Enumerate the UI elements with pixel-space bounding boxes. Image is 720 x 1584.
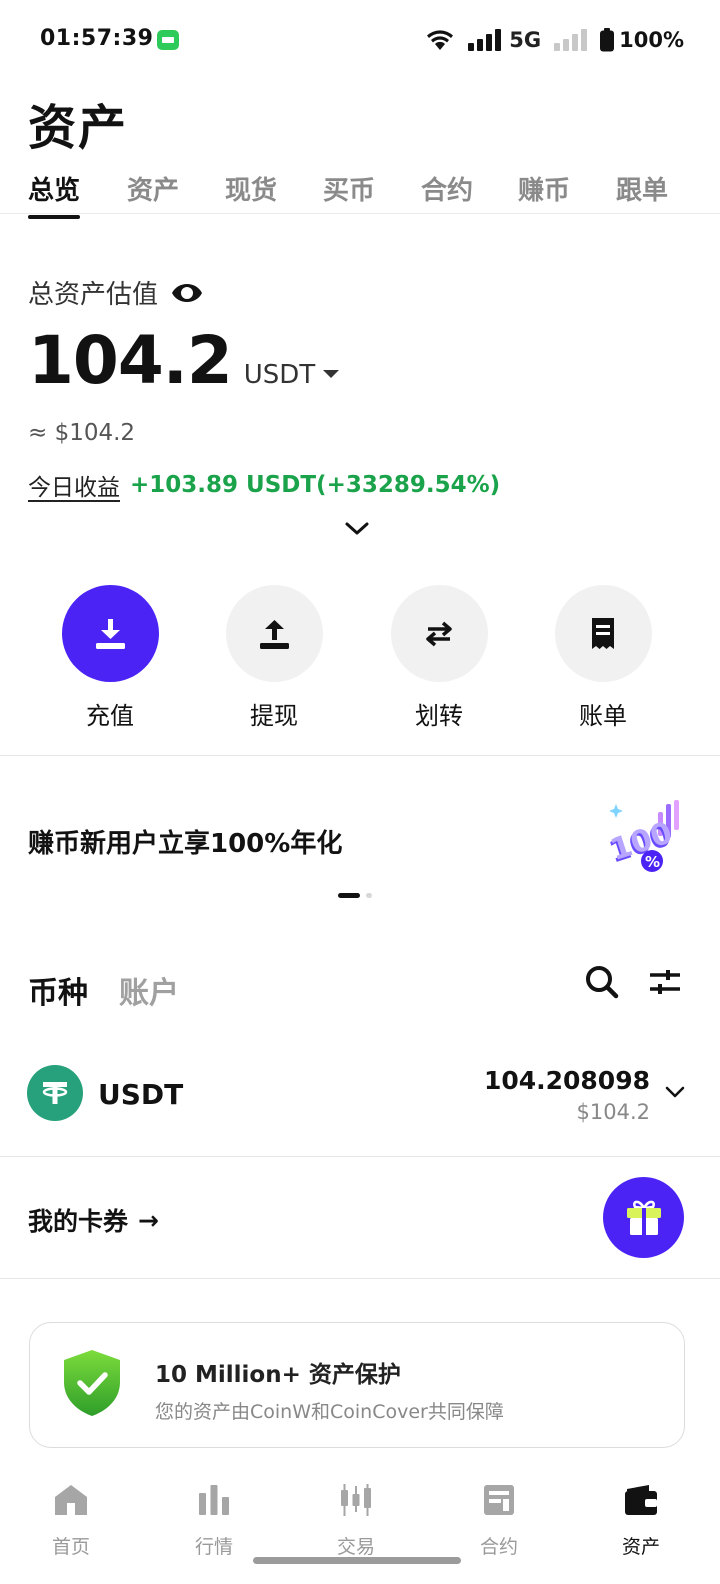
withdraw-label: 提现 — [250, 702, 298, 730]
tab-account[interactable]: 账户 — [119, 968, 179, 1012]
pagination-dot — [366, 893, 372, 898]
battery-icon — [599, 28, 615, 52]
promo-100-percent-icon[interactable]: 100 100 % — [600, 798, 690, 884]
market-icon — [164, 1480, 264, 1520]
protection-title: 10 Million+ 资产保护 — [155, 1362, 401, 1388]
bills-label: 账单 — [579, 702, 627, 730]
tab-spot[interactable]: 现货 — [225, 170, 277, 207]
caret-down-icon — [323, 370, 340, 378]
network-label: 5G — [509, 28, 542, 52]
deposit-label: 充值 — [86, 702, 134, 730]
chevron-down-icon[interactable] — [664, 1084, 686, 1104]
upload-icon — [225, 585, 323, 682]
pagination-dot-active — [338, 893, 360, 898]
status-time: 01:57:39 — [40, 26, 154, 51]
tab-currency[interactable]: 币种 — [28, 968, 88, 1012]
tab-bar: 总览 资产 现货 买币 合约 赚币 跟单 — [0, 166, 720, 219]
nav-trade[interactable]: 交易 — [306, 1480, 406, 1559]
tab-earn[interactable]: 赚币 — [518, 170, 570, 207]
bottom-navigation: 首页 行情 交易 合约 资产 — [0, 1458, 720, 1584]
wallet-icon — [591, 1480, 691, 1520]
battery-level: 100% — [619, 28, 684, 52]
nav-assets[interactable]: 资产 — [591, 1480, 691, 1559]
protection-subtitle: 您的资产由CoinW和CoinCover共同保障 — [155, 1401, 504, 1423]
transfer-button[interactable]: 划转 — [379, 585, 499, 731]
banner-pagination — [338, 893, 372, 898]
tether-icon — [27, 1065, 83, 1121]
signal-icon — [467, 28, 502, 52]
eye-icon[interactable] — [170, 280, 204, 306]
today-pnl-label[interactable]: 今日收益 — [28, 468, 120, 502]
asset-protection-card[interactable]: 10 Million+ 资产保护 您的资产由CoinW和CoinCover共同保… — [29, 1322, 685, 1448]
shield-check-icon — [60, 1348, 124, 1422]
tab-futures[interactable]: 合约 — [421, 170, 473, 207]
tab-copy-trading[interactable]: 跟单 — [616, 170, 668, 207]
nav-home[interactable]: 首页 — [21, 1480, 121, 1559]
tab-overview[interactable]: 总览 — [28, 170, 81, 219]
coin-name: USDT — [98, 1078, 184, 1111]
total-asset-label: 总资产估值 — [28, 280, 159, 310]
signal-secondary-icon — [553, 28, 588, 52]
transfer-label: 划转 — [415, 702, 463, 730]
futures-icon — [449, 1480, 549, 1520]
svg-text:%: % — [645, 853, 660, 871]
nav-market[interactable]: 行情 — [164, 1480, 264, 1559]
my-coupons-label: 我的卡券 — [28, 1207, 129, 1236]
nav-market-label: 行情 — [194, 1536, 233, 1558]
search-icon[interactable] — [584, 964, 620, 1004]
home-indicator[interactable] — [253, 1557, 461, 1564]
total-asset-header: 总资产估值 — [28, 274, 204, 311]
nav-assets-label: 资产 — [621, 1536, 660, 1558]
coupons-row: 我的卡券 → — [0, 1156, 720, 1278]
promo-banner-text[interactable]: 赚币新用户立享100%年化 — [28, 823, 342, 860]
nav-trade-label: 交易 — [336, 1536, 375, 1558]
nav-home-label: 首页 — [51, 1536, 90, 1558]
total-asset-value-row: 104.2 USDT — [28, 322, 340, 399]
today-pnl-row: 今日收益 +103.89 USDT(+33289.54%) — [28, 468, 500, 502]
deposit-button[interactable]: 充值 — [50, 585, 170, 731]
trade-icon — [306, 1480, 406, 1520]
approx-fiat-value: ≈ $104.2 — [28, 420, 136, 446]
tab-buy-crypto[interactable]: 买币 — [323, 170, 375, 207]
total-asset-value: 104.2 — [28, 322, 233, 399]
download-icon — [61, 585, 159, 682]
withdraw-button[interactable]: 提现 — [214, 585, 334, 731]
page-title: 资产 — [28, 100, 129, 156]
status-indicators: 5G 100% — [425, 24, 684, 56]
bill-icon — [554, 585, 652, 682]
today-pnl-value: +103.89 USDT(+33289.54%) — [130, 472, 501, 498]
gift-button[interactable] — [603, 1177, 684, 1258]
wifi-icon — [425, 28, 455, 52]
coin-row-usdt[interactable]: USDT 104.208098 $104.2 — [0, 1050, 720, 1155]
transfer-icon — [390, 585, 488, 682]
app-notification-icon — [157, 30, 179, 50]
bills-button[interactable]: 账单 — [543, 585, 663, 731]
currency-selector[interactable]: USDT — [243, 360, 340, 390]
filter-icon[interactable] — [647, 964, 683, 1004]
coin-fiat-value: $104.2 — [576, 1100, 650, 1124]
arrow-right-icon: → — [138, 1205, 159, 1235]
quick-actions: 充值 提现 划转 账单 — [0, 585, 720, 735]
home-icon — [21, 1480, 121, 1520]
section-divider — [0, 755, 720, 756]
my-coupons-link[interactable]: 我的卡券 → — [28, 1202, 159, 1238]
section-divider — [0, 1278, 720, 1279]
tab-assets[interactable]: 资产 — [127, 170, 179, 207]
coin-amount: 104.208098 — [483, 1066, 650, 1095]
nav-futures-label: 合约 — [479, 1536, 518, 1558]
currency-unit: USDT — [243, 360, 316, 390]
status-bar: 01:57:39 5G 100% — [0, 0, 720, 80]
chevron-down-icon[interactable] — [344, 518, 370, 542]
gift-icon — [626, 1200, 661, 1235]
nav-futures[interactable]: 合约 — [449, 1480, 549, 1559]
